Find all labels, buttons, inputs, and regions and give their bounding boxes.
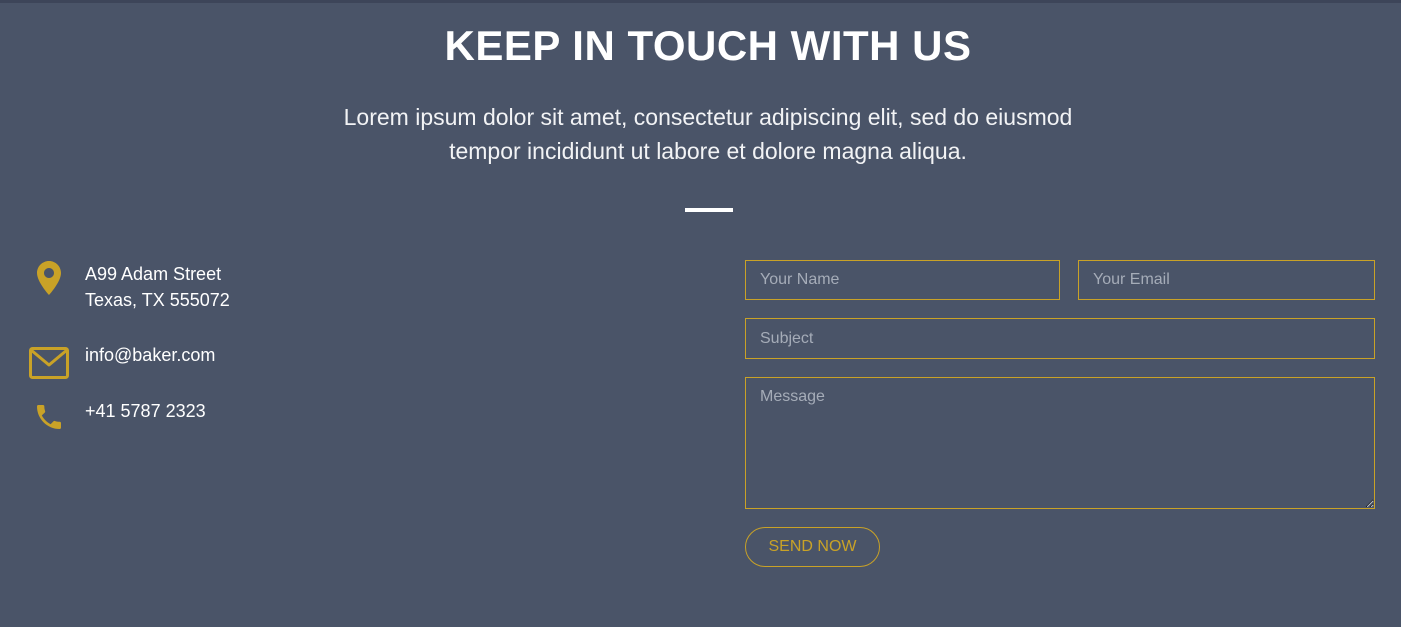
contact-phone: +41 5787 2323 xyxy=(28,398,206,434)
subtitle-line-2: tempor incididunt ut labore et dolore ma… xyxy=(449,138,967,164)
message-textarea[interactable] xyxy=(745,377,1375,509)
subtitle-line-1: Lorem ipsum dolor sit amet, consectetur … xyxy=(343,104,1073,130)
contact-email: info@baker.com xyxy=(28,342,215,379)
subject-input[interactable] xyxy=(745,318,1375,359)
email-link[interactable]: info@baker.com xyxy=(85,342,215,368)
top-border xyxy=(0,0,1401,3)
map-pin-icon xyxy=(28,261,70,297)
email-input[interactable] xyxy=(1078,260,1375,300)
address-text: A99 Adam Street Texas, TX 555072 xyxy=(85,261,230,313)
phone-icon xyxy=(28,398,70,434)
address-line-1: A99 Adam Street xyxy=(85,264,222,284)
address-line-2: Texas, TX 555072 xyxy=(85,290,230,310)
envelope-icon xyxy=(28,342,70,379)
name-input[interactable] xyxy=(745,260,1060,300)
contact-address: A99 Adam Street Texas, TX 555072 xyxy=(28,261,230,313)
section-title: KEEP IN TOUCH WITH US xyxy=(444,22,972,69)
phone-link[interactable]: +41 5787 2323 xyxy=(85,398,206,424)
send-now-button[interactable]: SEND NOW xyxy=(745,527,880,567)
section-subtitle: Lorem ipsum dolor sit amet, consectetur … xyxy=(300,100,1116,168)
title-divider xyxy=(685,208,733,212)
